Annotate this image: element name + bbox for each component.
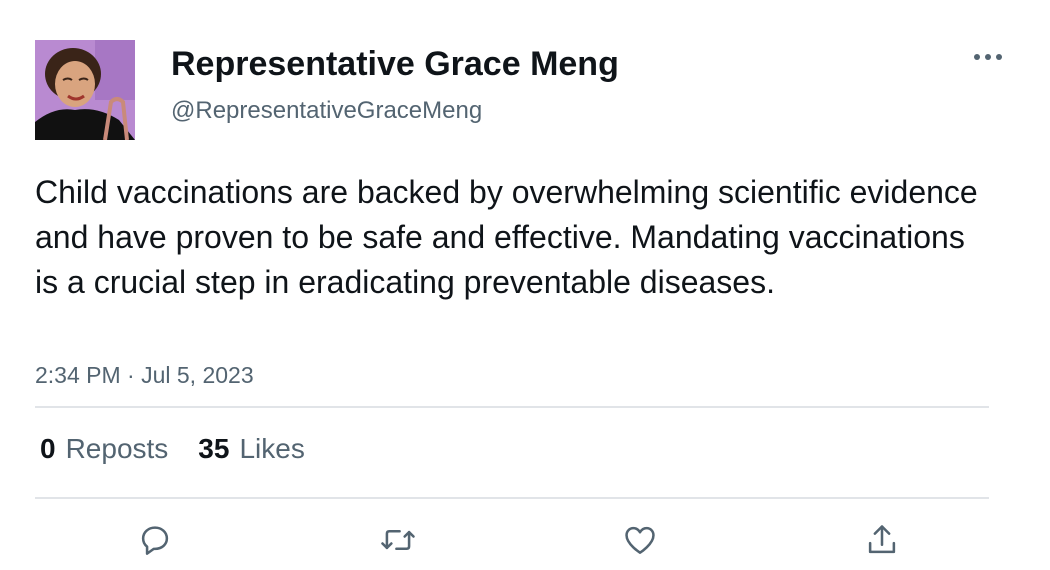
engagement-stats: 0 Reposts 35 Likes bbox=[40, 431, 305, 467]
more-horizontal-icon bbox=[974, 54, 1002, 60]
likes-label: Likes bbox=[239, 433, 305, 464]
repost-icon bbox=[381, 530, 415, 550]
divider bbox=[35, 497, 989, 499]
divider bbox=[35, 406, 989, 408]
profile-photo bbox=[35, 40, 135, 140]
more-options-button[interactable] bbox=[970, 44, 1006, 70]
timestamp[interactable]: 2:34 PM · Jul 5, 2023 bbox=[35, 360, 254, 390]
heart-icon bbox=[625, 526, 655, 554]
reposts-stat[interactable]: 0 Reposts bbox=[40, 431, 168, 467]
avatar[interactable] bbox=[35, 40, 135, 140]
share-button[interactable] bbox=[860, 518, 904, 562]
share-icon bbox=[868, 525, 896, 554]
likes-stat[interactable]: 35 Likes bbox=[198, 431, 305, 467]
display-name[interactable]: Representative Grace Meng bbox=[171, 44, 619, 84]
likes-count: 35 bbox=[198, 433, 230, 464]
reposts-label: Reposts bbox=[65, 433, 169, 464]
repost-button[interactable] bbox=[376, 518, 420, 562]
like-button[interactable] bbox=[618, 518, 662, 562]
user-handle[interactable]: @RepresentativeGraceMeng bbox=[171, 96, 482, 126]
reply-icon bbox=[141, 526, 169, 555]
reposts-count: 0 bbox=[40, 433, 56, 464]
tweet-text: Child vaccinations are backed by overwhe… bbox=[35, 174, 978, 300]
reply-button[interactable] bbox=[133, 518, 177, 562]
